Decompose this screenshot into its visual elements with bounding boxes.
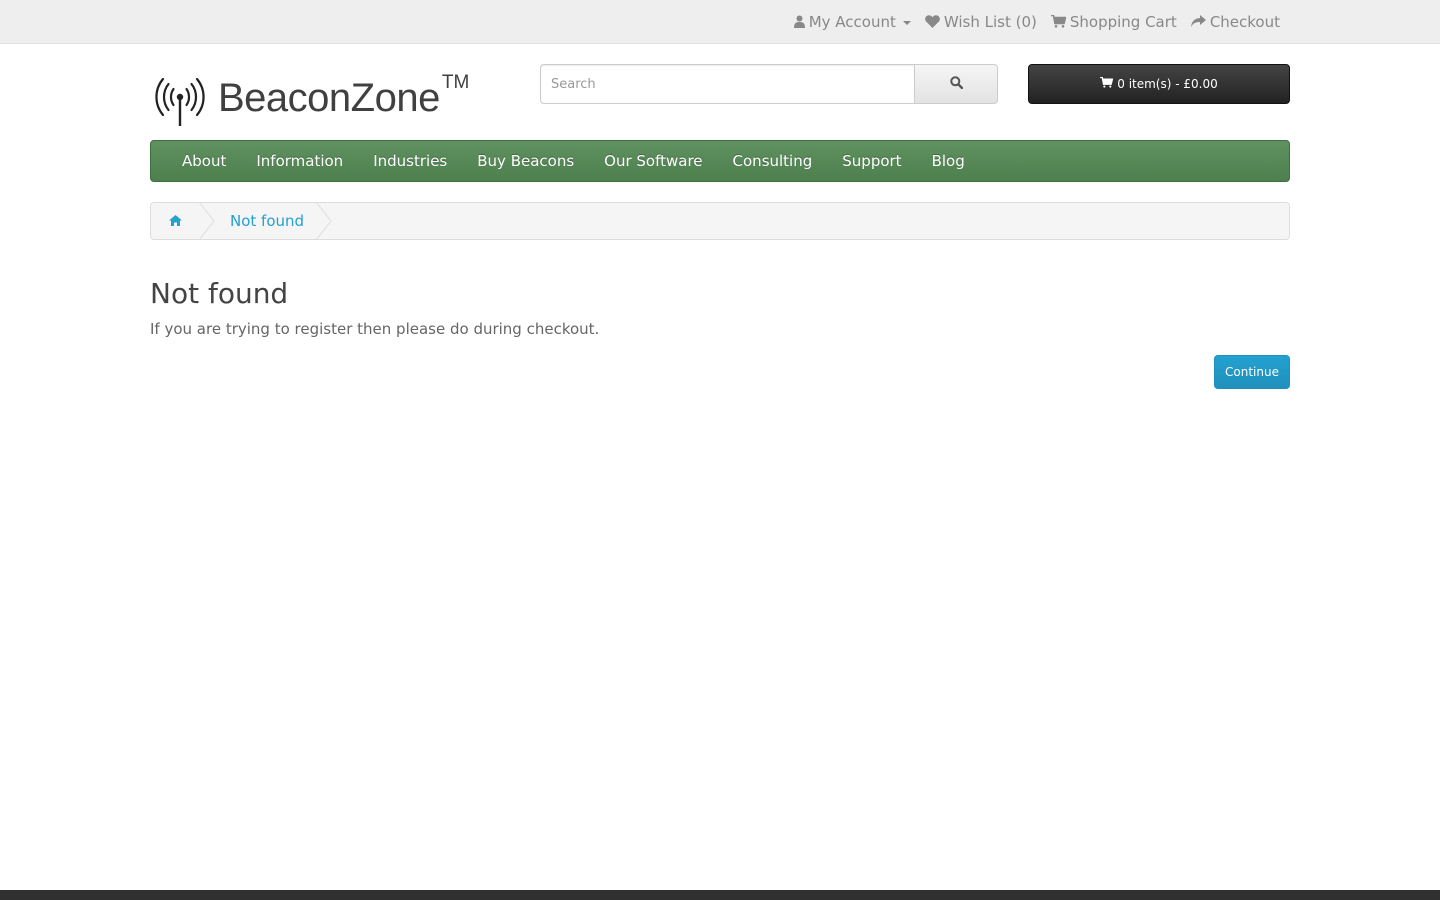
breadcrumb-current[interactable]: Not found	[215, 203, 316, 239]
cart-icon	[1050, 15, 1066, 28]
breadcrumb-separator	[316, 203, 332, 239]
shopping-cart-label: Shopping Cart	[1069, 12, 1177, 31]
cart-button[interactable]: 0 item(s) - £0.00	[1028, 64, 1290, 104]
my-account-link[interactable]: My Account	[793, 12, 911, 31]
cart-icon	[1100, 76, 1114, 91]
nav-item-consulting[interactable]: Consulting	[718, 152, 828, 170]
search-input[interactable]	[540, 64, 914, 104]
user-icon	[793, 15, 805, 28]
nav-item-buy-beacons[interactable]: Buy Beacons	[462, 152, 589, 170]
share-icon	[1190, 15, 1206, 28]
home-icon	[168, 212, 182, 230]
top-bar: My Account Wish List (0) Shopping Cart C…	[0, 0, 1440, 44]
search-button[interactable]	[914, 64, 998, 104]
my-account-label: My Account	[808, 12, 896, 31]
cart-button-label: 0 item(s) - £0.00	[1117, 77, 1218, 91]
shopping-cart-link[interactable]: Shopping Cart	[1050, 12, 1177, 31]
breadcrumb-home[interactable]	[151, 203, 199, 239]
checkout-link[interactable]: Checkout	[1190, 12, 1280, 31]
nav-item-our-software[interactable]: Our Software	[589, 152, 717, 170]
checkout-label: Checkout	[1209, 12, 1280, 31]
heart-icon	[925, 15, 940, 28]
main-nav: About Information Industries Buy Beacons…	[150, 140, 1290, 182]
breadcrumb-separator	[199, 203, 215, 239]
antenna-logo-icon	[150, 70, 210, 132]
footer-bar	[0, 890, 1440, 900]
wish-list-link[interactable]: Wish List (0)	[925, 13, 1037, 31]
nav-item-blog[interactable]: Blog	[917, 152, 980, 170]
continue-button[interactable]: Continue	[1214, 355, 1290, 389]
search-bar	[540, 64, 998, 104]
nav-item-support[interactable]: Support	[827, 152, 916, 170]
nav-item-about[interactable]: About	[167, 152, 241, 170]
top-links: My Account Wish List (0) Shopping Cart C…	[793, 0, 1280, 43]
nav-item-industries[interactable]: Industries	[358, 152, 462, 170]
page-title: Not found	[150, 277, 289, 310]
breadcrumb: Not found	[150, 202, 1290, 240]
logo[interactable]: BeaconZone TM	[150, 70, 469, 128]
nav-item-information[interactable]: Information	[241, 152, 358, 170]
search-icon	[949, 76, 963, 92]
wish-list-label: Wish List (0)	[943, 12, 1037, 31]
logo-trademark: TM	[441, 72, 470, 93]
page-message: If you are trying to register then pleas…	[150, 320, 600, 338]
chevron-down-icon	[902, 20, 911, 25]
logo-text: BeaconZone	[218, 76, 440, 120]
